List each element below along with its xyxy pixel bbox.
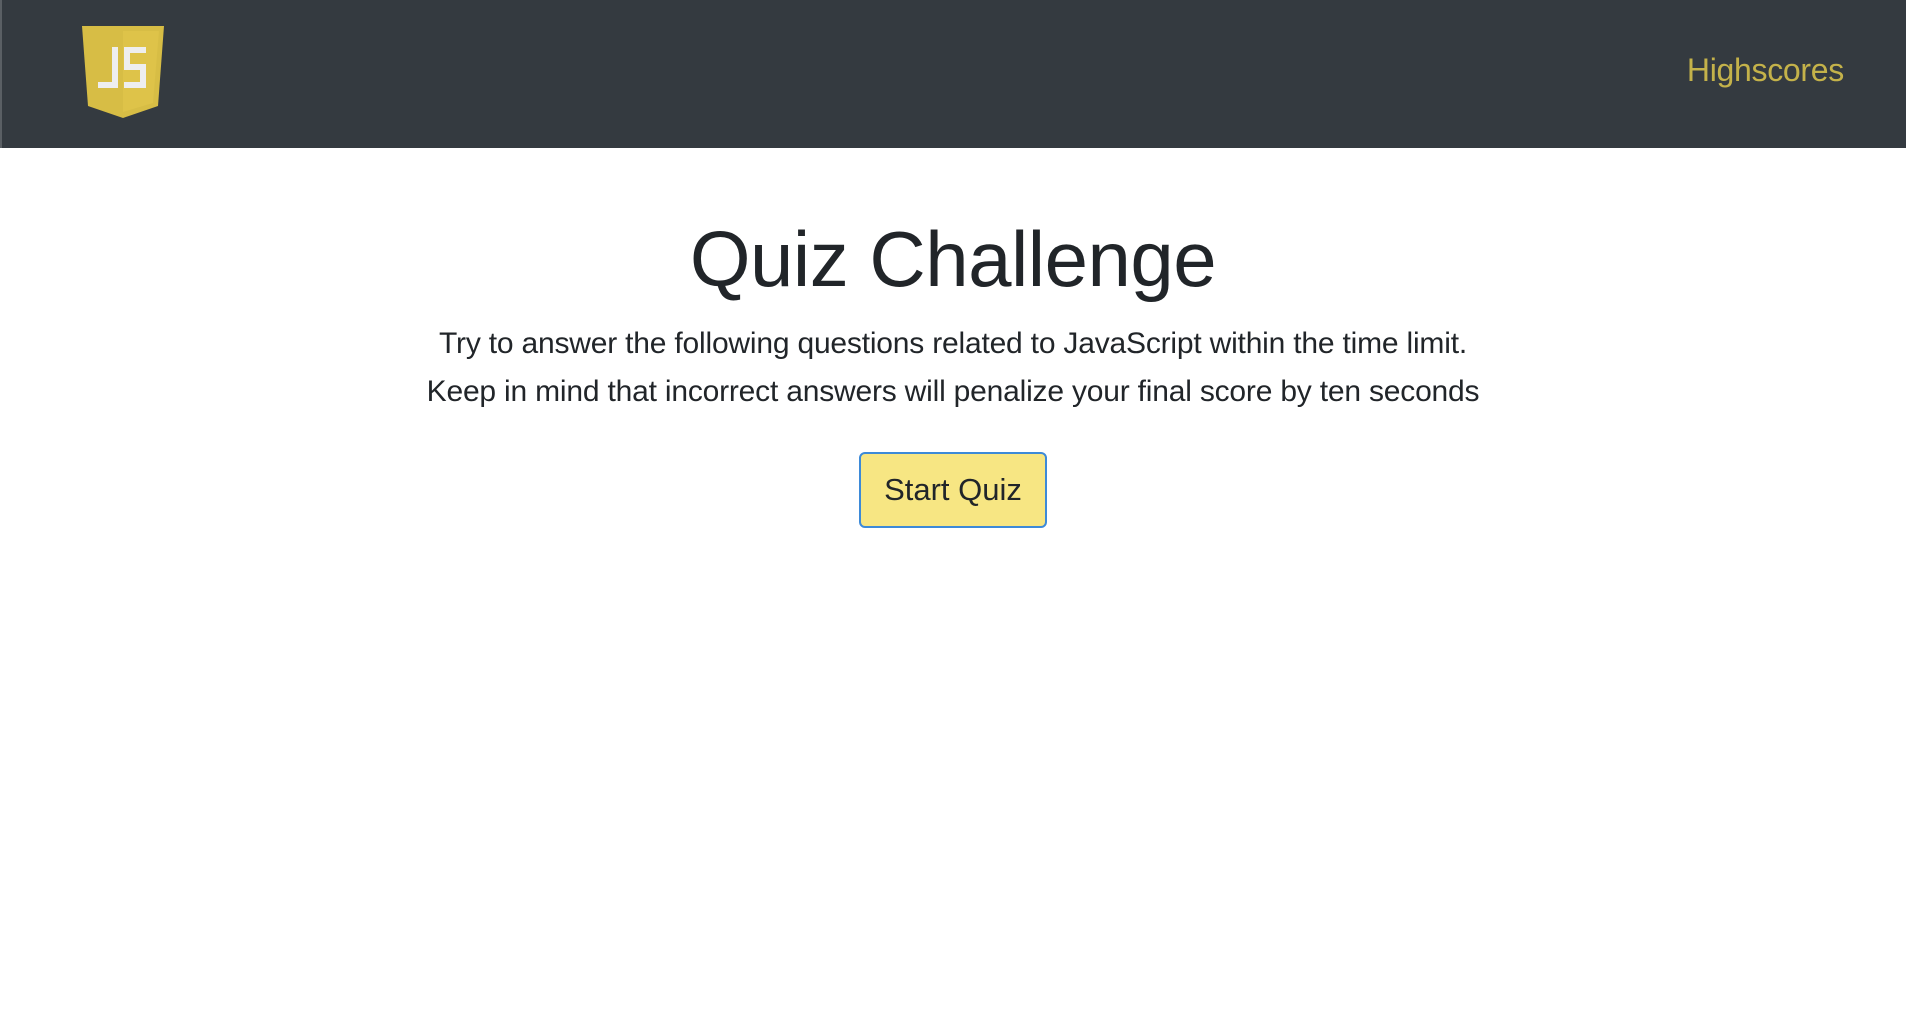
navbar: Highscores [0, 0, 1906, 148]
start-quiz-button[interactable]: Start Quiz [859, 452, 1047, 528]
description-line-2: Keep in mind that incorrect answers will… [426, 375, 1480, 408]
page-title: Quiz Challenge [689, 215, 1217, 303]
highscores-link[interactable]: Highscores [1687, 52, 1844, 89]
main-content: Quiz Challenge Try to answer the followi… [0, 148, 1906, 528]
description-line-1: Try to answer the following questions re… [439, 327, 1467, 360]
javascript-logo-icon[interactable] [82, 26, 164, 118]
quiz-description: Try to answer the following questions re… [0, 320, 1906, 416]
